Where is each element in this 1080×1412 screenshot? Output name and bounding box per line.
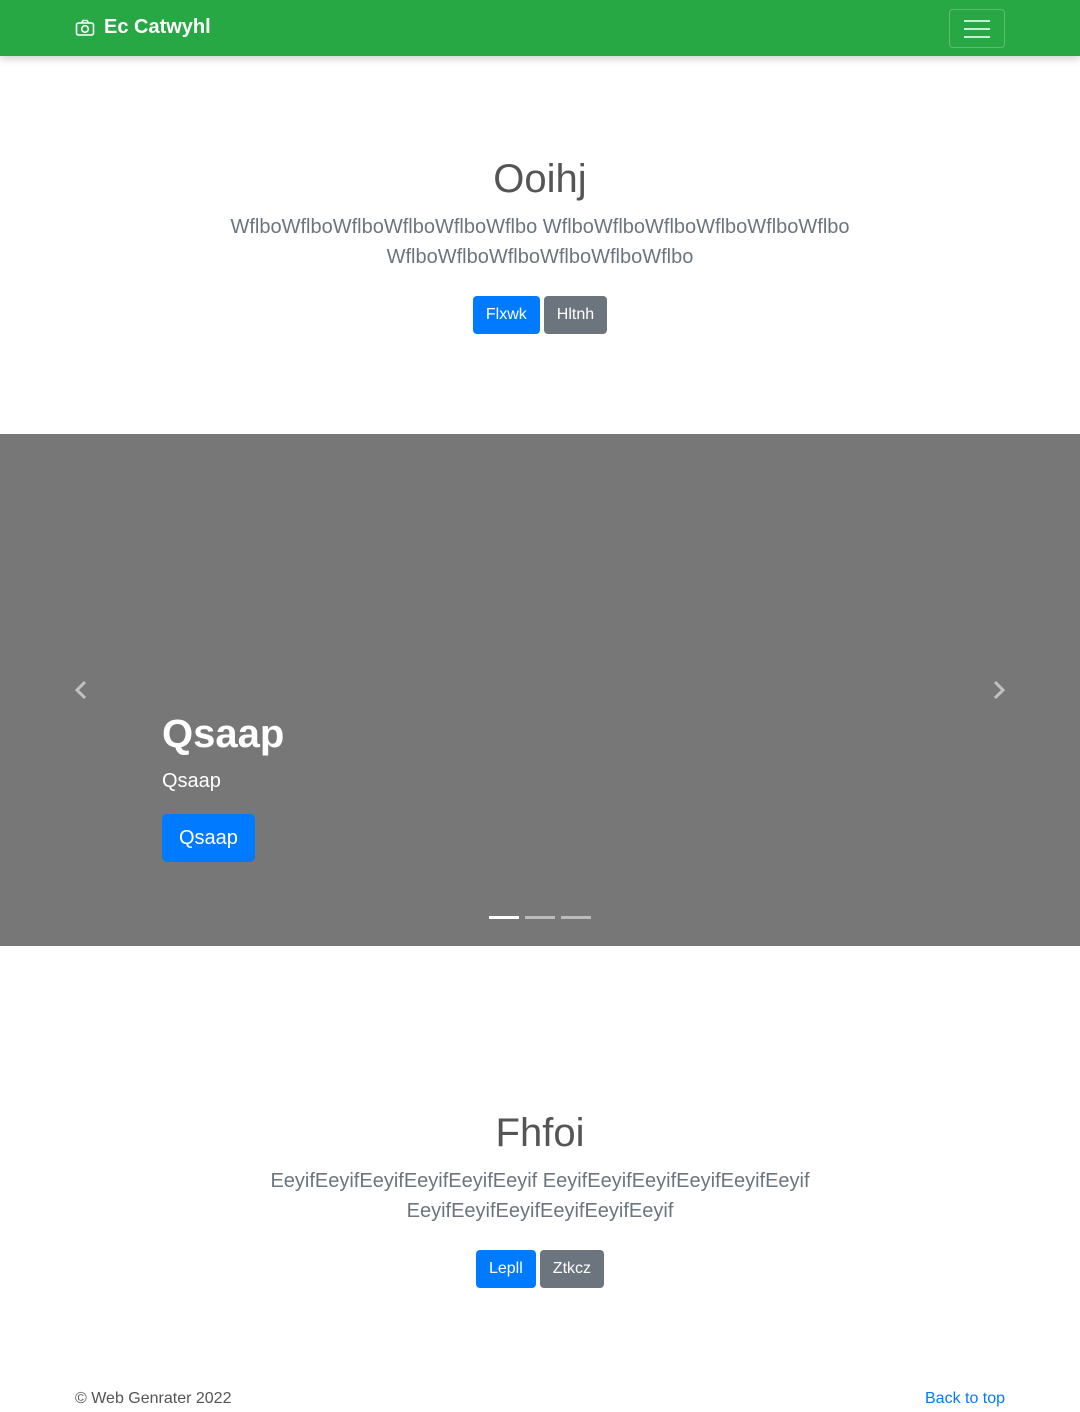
chevron-left-icon (74, 680, 87, 700)
primary-button[interactable]: Lepll (475, 1250, 536, 1288)
button-group: Lepll Ztkcz (0, 1250, 1080, 1288)
camera-icon (75, 18, 95, 38)
copyright-text: © Web Genrater 2022 (75, 1390, 232, 1407)
jumbotron-section-2: Fhfoi EeyifEeyifEeyifEeyifEeyifEeyif Eey… (0, 1104, 1080, 1288)
section-lead: WflboWflboWflboWflboWflboWflbo WflboWflb… (230, 216, 850, 268)
carousel-caption: Qsaap Qsaap Qsaap (162, 710, 284, 862)
carousel-indicator-2[interactable] (525, 916, 555, 919)
carousel: Qsaap Qsaap Qsaap (0, 434, 1080, 946)
slide-title: Qsaap (162, 712, 285, 756)
section-title: Ooihj (493, 157, 587, 201)
navbar: Ec Catwyhl (0, 0, 1080, 56)
secondary-button[interactable]: Ztkcz (539, 1250, 605, 1288)
brand-name: Ec Catwyhl (104, 16, 211, 38)
carousel-indicator-3[interactable] (561, 916, 591, 919)
chevron-right-icon (993, 680, 1006, 700)
section-title: Fhfoi (495, 1111, 585, 1155)
section-lead: EeyifEeyifEeyifEeyifEeyifEeyif EeyifEeyi… (270, 1170, 810, 1222)
back-to-top-link[interactable]: Back to top (925, 1390, 1005, 1408)
navbar-toggler-button[interactable] (949, 9, 1005, 48)
brand-link[interactable]: Ec Catwyhl (75, 16, 211, 39)
hamburger-icon-line (964, 27, 990, 30)
jumbotron-section-1: Ooihj WflboWflboWflboWflboWflboWflbo Wfl… (0, 150, 1080, 334)
carousel-prev-button[interactable] (72, 680, 92, 700)
primary-button[interactable]: Flxwk (472, 296, 540, 334)
carousel-next-button[interactable] (988, 680, 1008, 700)
hamburger-icon-line (964, 19, 990, 22)
slide-button[interactable]: Qsaap (162, 814, 255, 862)
hamburger-icon-line (964, 35, 990, 38)
carousel-indicators (489, 916, 591, 919)
slide-text: Qsaap (162, 770, 221, 792)
carousel-indicator-1[interactable] (489, 916, 519, 919)
button-group: Flxwk Hltnh (0, 296, 1080, 334)
secondary-button[interactable]: Hltnh (543, 296, 608, 334)
